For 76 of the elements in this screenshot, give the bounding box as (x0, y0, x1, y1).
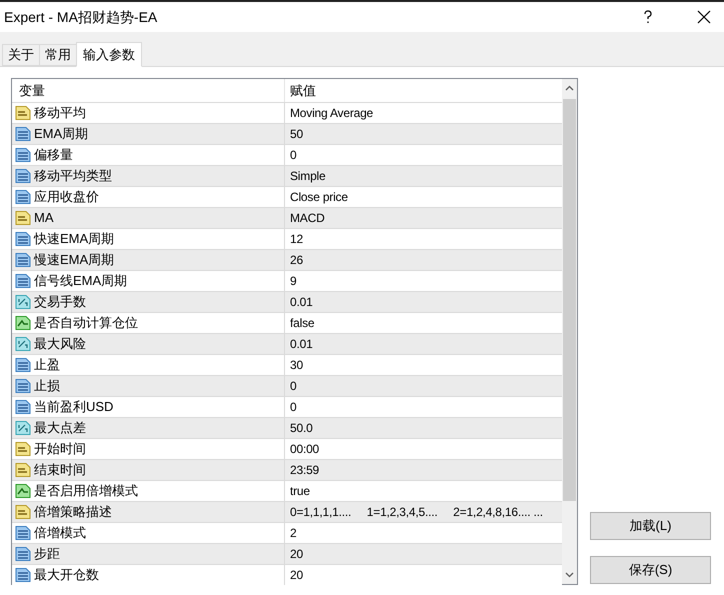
table-cell-text: 0.01 (290, 294, 313, 311)
table-row[interactable]: 最大开仓数 20 (12, 564, 562, 585)
table-cell-text: 9 (290, 273, 296, 290)
table-cell-text: Close price (290, 189, 348, 206)
table-cell-text: 50 (290, 126, 303, 143)
table-cell-text: 26 (290, 252, 303, 269)
table-row[interactable]: EMA周期 50 (12, 123, 562, 144)
table-cell-text: false (290, 315, 314, 332)
table-row[interactable]: 是否自动计算仓位 false (12, 312, 562, 333)
table-cell-text: 0.01 (290, 336, 313, 353)
tab[interactable]: 常用 (39, 44, 77, 66)
table-cell-text: 开始时间 (34, 440, 86, 458)
table-cell-text: 23:59 (290, 462, 320, 479)
table-cell-text: 最大风险 (34, 335, 86, 354)
table-row[interactable]: 信号线EMA周期 9 (12, 270, 562, 291)
table-row[interactable]: 倍增模式 2 (12, 522, 562, 543)
table-cell-text: 0 (290, 399, 296, 416)
table-cell-text: 移动平均类型 (34, 167, 112, 186)
table-cell-text: 是否自动计算仓位 (34, 314, 138, 332)
dialog-button[interactable]: 保存(S) (590, 556, 711, 584)
table-row[interactable]: 步距 20 (12, 543, 562, 564)
table-cell-text: 快速EMA周期 (34, 230, 114, 248)
table-cell-text: 信号线EMA周期 (34, 272, 128, 290)
table-row[interactable]: 偏移量 0 (12, 144, 562, 165)
table-cell-text: MACD (290, 210, 325, 227)
table-row[interactable]: 最大点差 50.0 (12, 417, 562, 438)
table-cell-text: 应用收盘价 (34, 188, 99, 206)
table-row[interactable]: 快速EMA周期 12 (12, 228, 562, 249)
table-cell-text: MA (34, 209, 54, 228)
table-row[interactable]: 慢速EMA周期 26 (12, 249, 562, 270)
table-cell-text: true (290, 483, 310, 500)
table-row[interactable]: MA MACD (12, 207, 562, 228)
table-row[interactable]: 最大风险 0.01 (12, 333, 562, 354)
table-row[interactable]: 移动平均类型 Simple (12, 165, 562, 186)
table-row[interactable]: 应用收盘价 Close price (12, 186, 562, 207)
table-cell-text: 30 (290, 357, 303, 374)
table-cell-text: Moving Average (290, 105, 374, 122)
table-cell-text: 20 (290, 546, 303, 563)
window-title: Expert - MA招财趋势-EA (4, 8, 158, 27)
table-cell-text: 倍增策略描述 (34, 503, 112, 522)
table-cell-text: 20 (290, 567, 303, 584)
table-row[interactable]: 止盈 30 (12, 354, 562, 375)
table-cell-text: 0 (290, 378, 296, 395)
table-cell-text: 偏移量 (34, 146, 73, 164)
column-header[interactable]: 赋值 (285, 79, 562, 102)
tab[interactable]: 关于 (2, 44, 40, 66)
table-cell-text: 2 (290, 525, 296, 542)
table-cell-text: 结束时间 (34, 461, 86, 480)
table-cell-text: Simple (290, 168, 326, 185)
table-cell-text: 止损 (34, 377, 60, 396)
table-cell-text: 是否启用倍增模式 (34, 482, 138, 500)
table-cell-text: 最大开仓数 (34, 566, 99, 584)
table-cell-text: 00:00 (290, 441, 320, 458)
table-row[interactable]: 当前盈利USD 0 (12, 396, 562, 417)
table-row[interactable]: 倍增策略描述 0=1,1,1,1.... 1=1,2,3,4,5.... 2=1,2,4,8,16.... ... (12, 501, 562, 522)
table-row[interactable]: 结束时间 23:59 (12, 459, 562, 480)
table-row[interactable]: 移动平均 Moving Average (12, 102, 562, 123)
dialog-button[interactable]: 加载(L) (590, 512, 711, 540)
table-cell-text: 止盈 (34, 356, 60, 374)
table-cell-text: 交易手数 (34, 293, 86, 312)
table-cell-text: 步距 (34, 545, 60, 564)
table-cell-text: 0 (290, 147, 296, 164)
table-row[interactable]: 是否启用倍增模式 true (12, 480, 562, 501)
table-row[interactable]: 止损 0 (12, 375, 562, 396)
table-cell-text: 50.0 (290, 420, 313, 437)
table-cell-text: 12 (290, 231, 303, 248)
table-row[interactable]: 开始时间 00:00 (12, 438, 562, 459)
tab[interactable]: 输入参数 (76, 42, 142, 67)
table-cell-text: 移动平均 (34, 104, 86, 122)
table-cell-text: 倍增模式 (34, 524, 86, 542)
table-cell-text: EMA周期 (34, 125, 88, 144)
table-cell-text: 最大点差 (34, 419, 86, 438)
table-cell-text: 慢速EMA周期 (34, 251, 114, 270)
table-cell-text: 当前盈利USD (34, 398, 114, 416)
table-cell-text: 0=1,1,1,1.... 1=1,2,3,4,5.... 2=1,2,4,8,16.... ... (290, 504, 543, 521)
table-row[interactable]: 交易手数 0.01 (12, 291, 562, 312)
